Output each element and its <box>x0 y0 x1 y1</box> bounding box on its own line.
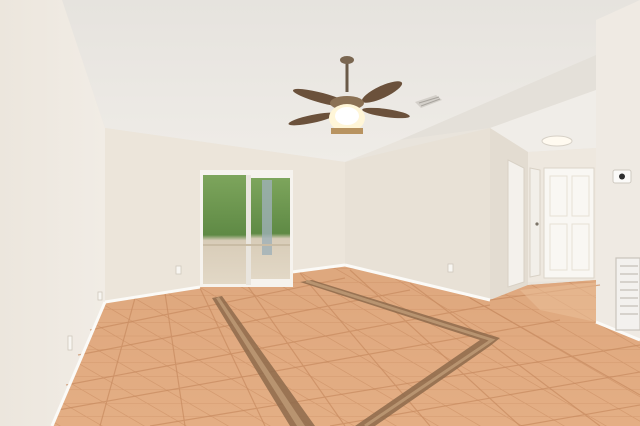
wall-outlet <box>175 265 182 275</box>
wall-outlet <box>447 263 454 273</box>
interior-door <box>543 167 595 279</box>
ceiling-light <box>541 135 573 147</box>
wall-outlet <box>97 291 103 301</box>
wall-return-vent <box>615 257 640 331</box>
room-photo <box>0 0 640 426</box>
sliding-glass-door <box>200 170 293 287</box>
hallway-side-door <box>507 159 541 288</box>
wall-outlet <box>67 335 73 351</box>
thermostat <box>612 169 632 184</box>
